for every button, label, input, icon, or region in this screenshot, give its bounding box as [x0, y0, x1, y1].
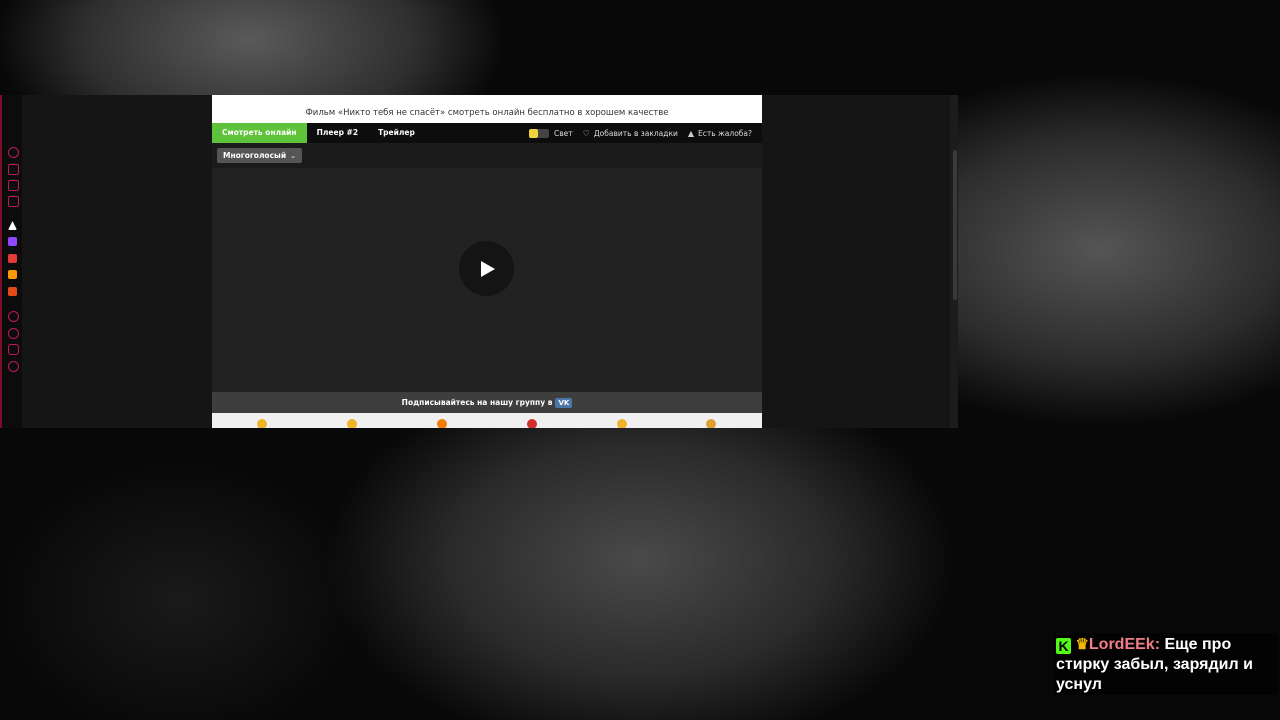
voice-select-value: Многоголосый [223, 151, 287, 160]
notes-icon[interactable] [8, 196, 19, 207]
kick-badge-icon: K [1056, 638, 1071, 654]
voice-row: Многоголосый ⌄ [212, 143, 762, 168]
vk-badge[interactable]: VK [555, 397, 573, 408]
complaint-button[interactable]: ▲ Есть жалоба? [688, 129, 752, 138]
light-switch-icon [529, 128, 549, 138]
surprised-face-icon[interactable] [706, 419, 716, 428]
tab-player-2[interactable]: Плеер #2 [307, 123, 368, 143]
game-icon[interactable] [8, 287, 17, 296]
video-player[interactable] [212, 168, 762, 392]
complaint-label: Есть жалоба? [698, 128, 752, 138]
movie-page: Фильм «Никто тебя не спасёт» смотреть он… [212, 95, 762, 428]
page-title: Фильм «Никто тебя не спасёт» смотреть он… [305, 108, 669, 118]
chat-icon[interactable] [8, 344, 19, 355]
thumbs-up-icon[interactable] [257, 419, 267, 428]
clock-icon[interactable] [8, 328, 19, 339]
reactions-bar [212, 413, 762, 428]
browser-window: Фильм «Никто тебя не спасёт» смотреть он… [0, 95, 958, 428]
twitch-icon[interactable] [8, 237, 17, 246]
light-label: Свет [554, 128, 573, 138]
home-icon[interactable] [8, 164, 19, 175]
subscribe-text: Подписывайтесь на нашу группу в [401, 398, 553, 407]
hand-icon[interactable] [347, 419, 357, 428]
player-tabs: Смотреть онлайн Плеер #2 Трейлер Свет ♡ … [212, 123, 762, 143]
fire-icon[interactable] [437, 419, 447, 428]
play-icon [481, 260, 495, 277]
history-icon[interactable] [8, 147, 19, 158]
angry-face-icon[interactable] [527, 419, 537, 428]
warning-icon: ▲ [687, 128, 695, 138]
chat-username: LordEEk: [1088, 636, 1161, 653]
settings-icon[interactable] [8, 361, 19, 372]
subscribe-banner[interactable]: Подписывайтесь на нашу группу в VK [212, 392, 762, 413]
chat-message: K ♛LordEEk: Еще про стирку забыл, заряди… [1054, 633, 1278, 695]
app-icon[interactable] [8, 221, 17, 230]
page-title-bar: Фильм «Никто тебя не спасёт» смотреть он… [212, 95, 762, 123]
heart-icon: ♡ [582, 128, 590, 138]
calendar-icon[interactable] [8, 180, 19, 191]
crown-icon: ♛ [1075, 636, 1089, 653]
store-icon[interactable] [8, 270, 17, 279]
scrollbar-thumb[interactable] [953, 150, 957, 300]
sidebar [0, 95, 22, 428]
extension-icon[interactable] [8, 254, 17, 263]
play-button[interactable] [459, 241, 514, 296]
laugh-face-icon[interactable] [617, 419, 627, 428]
chevron-down-icon: ⌄ [290, 152, 296, 160]
voice-select[interactable]: Многоголосый ⌄ [217, 148, 302, 163]
light-toggle-button[interactable]: Свет [529, 128, 573, 138]
play-icon[interactable] [8, 311, 19, 322]
bookmark-button[interactable]: ♡ Добавить в закладки [583, 129, 678, 138]
tab-trailer[interactable]: Трейлер [368, 123, 425, 143]
tab-watch-online[interactable]: Смотреть онлайн [212, 123, 307, 143]
bookmark-label: Добавить в закладки [593, 128, 678, 138]
